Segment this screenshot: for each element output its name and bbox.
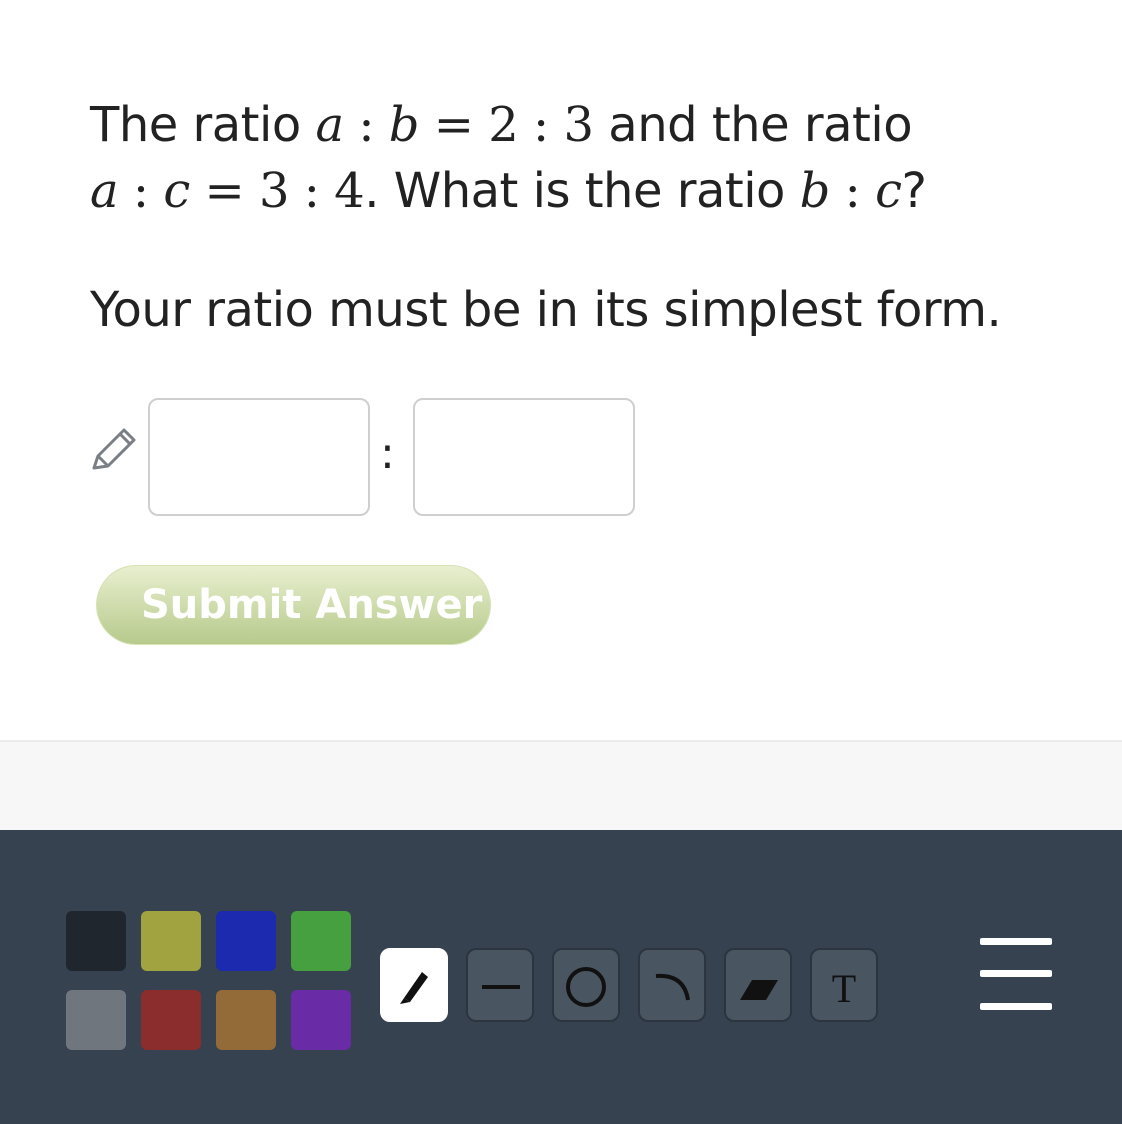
question-line-2: a : c = 3 : 4. What is the ratio b : c? (90, 163, 927, 219)
color-swatch-7[interactable] (216, 990, 276, 1050)
ratio-first-input[interactable] (148, 398, 370, 516)
ratio-second-input[interactable] (413, 398, 635, 516)
divider-band (0, 740, 1122, 832)
svg-text:T: T (832, 966, 856, 1011)
color-swatch-3[interactable] (216, 911, 276, 971)
text-icon: T (832, 966, 856, 1011)
circle-icon (566, 967, 606, 1007)
text-tool-button[interactable]: T (810, 948, 878, 1022)
arc-tool-button[interactable] (638, 948, 706, 1022)
color-swatch-6[interactable] (141, 990, 201, 1050)
pencil-icon (92, 428, 136, 470)
line-icon (482, 985, 520, 989)
instruction-text: Your ratio must be in its simplest form. (90, 282, 1002, 338)
color-swatch-4[interactable] (291, 911, 351, 971)
question-line-1: The ratio a : b = 2 : 3 and the ratio (90, 97, 913, 153)
color-swatch-5[interactable] (66, 990, 126, 1050)
submit-answer-button[interactable]: Submit Answer (96, 565, 491, 645)
circle-tool-button[interactable] (552, 948, 620, 1022)
marker-tool-button[interactable] (380, 948, 448, 1022)
color-swatch-2[interactable] (141, 911, 201, 971)
eraser-icon (740, 980, 778, 1000)
question-text: The ratio a : b = 2 : 3 and the ratio a … (90, 92, 1050, 224)
eraser-tool-button[interactable] (724, 948, 792, 1022)
color-swatch-1[interactable] (66, 911, 126, 971)
line-tool-button[interactable] (466, 948, 534, 1022)
arc-icon (655, 973, 690, 1001)
ratio-colon: : (380, 428, 395, 479)
color-swatch-8[interactable] (291, 990, 351, 1050)
marker-icon (400, 972, 428, 1004)
